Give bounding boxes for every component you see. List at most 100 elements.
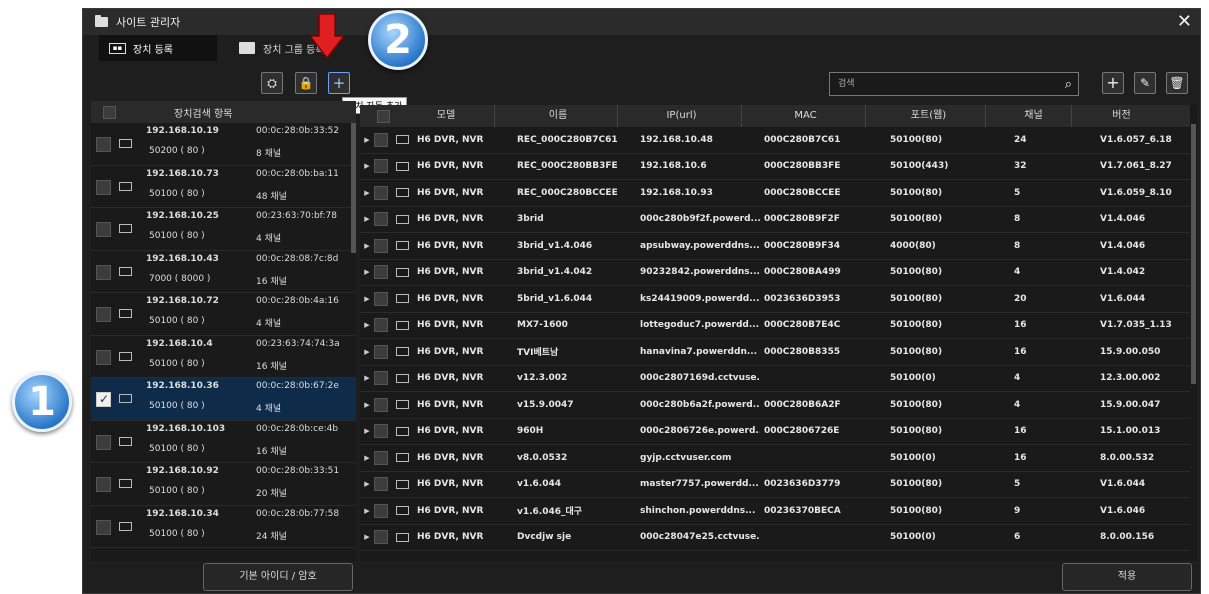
select-all-checkbox[interactable] xyxy=(377,109,390,123)
col-channel[interactable]: 채널 xyxy=(985,105,1071,127)
trash-icon[interactable]: 🗑 xyxy=(1166,72,1188,94)
table-row[interactable]: ▶ H6 DVR, NVR REC_000C280B7C61 192.168.10.4… xyxy=(360,127,1190,154)
apply-button[interactable]: 적용 xyxy=(1062,563,1192,591)
row-checkbox[interactable] xyxy=(374,238,388,253)
table-row[interactable]: ▶ H6 DVR, NVR v1.6.044 master7757.powerdd..… xyxy=(360,472,1190,498)
row-checkbox[interactable] xyxy=(374,450,388,465)
select-all-checkbox[interactable] xyxy=(103,105,116,119)
row-checkbox[interactable] xyxy=(374,265,388,280)
expand-icon[interactable]: ▶ xyxy=(360,295,374,303)
cell-ip: 192.168.10.48 xyxy=(640,134,713,145)
row-checkbox[interactable] xyxy=(96,179,111,195)
row-checkbox[interactable] xyxy=(374,132,388,147)
list-item[interactable]: 192.168.10.19 00:0c:28:0b:33:52 50200 ( 80… xyxy=(91,123,356,166)
table-row[interactable]: ▶ H6 DVR, NVR MX7-1600 lottegoduc7.powerdd.… xyxy=(360,313,1190,339)
list-item[interactable]: 192.168.10.43 00:0c:28:08:7c:8d 7000 ( 800… xyxy=(91,251,356,293)
row-checkbox[interactable] xyxy=(374,503,388,518)
search-icon[interactable]: ⌕ xyxy=(1065,74,1072,96)
default-id-password-button[interactable]: 기본 아이디 / 암호 xyxy=(203,563,353,591)
table-row[interactable]: ▶ H6 DVR, NVR v12.3.002 000c2807169d.cctvus… xyxy=(360,366,1190,392)
row-checkbox[interactable] xyxy=(374,185,388,200)
cell-version: V1.4.046 xyxy=(1100,240,1146,251)
expand-icon[interactable]: ▶ xyxy=(360,242,374,250)
row-checkbox[interactable] xyxy=(96,222,111,237)
search-input[interactable]: 검색 ⌕ xyxy=(829,72,1079,96)
expand-icon[interactable]: ▶ xyxy=(360,533,374,541)
expand-icon[interactable]: ▶ xyxy=(360,268,374,276)
row-checkbox[interactable] xyxy=(374,397,388,412)
col-mac[interactable]: MAC xyxy=(741,105,865,127)
edit-icon[interactable]: ✎ xyxy=(1134,72,1156,94)
expand-icon[interactable]: ▶ xyxy=(360,454,374,462)
table-row[interactable]: ▶ H6 DVR, NVR v1.6.046_대구 shinchon.powerddn… xyxy=(360,498,1190,525)
expand-icon[interactable]: ▶ xyxy=(360,401,374,409)
expand-icon[interactable]: ▶ xyxy=(360,189,374,197)
list-item[interactable]: 192.168.10.4 00:23:63:74:74:3a 50100 ( 80 … xyxy=(91,336,356,378)
list-item[interactable]: 192.168.10.36 00:0c:28:0b:67:2e 50100 ( 80… xyxy=(91,378,356,421)
row-checkbox[interactable] xyxy=(374,159,388,174)
scrollbar[interactable] xyxy=(351,123,356,253)
list-item[interactable]: 192.168.10.103 00:0c:28:0b:ce:4b 50100 ( 8… xyxy=(91,421,356,463)
col-port[interactable]: 포트(웹) xyxy=(865,105,985,127)
row-checkbox[interactable] xyxy=(96,519,111,535)
tab-device-register[interactable]: ▪▪ 장치 등록 xyxy=(99,35,217,61)
table-row[interactable]: ▶ H6 DVR, NVR 960H 000c2806726e.powerd... 00… xyxy=(360,419,1190,445)
row-checkbox[interactable] xyxy=(96,137,111,152)
col-ip[interactable]: IP(url) xyxy=(617,105,741,127)
expand-icon[interactable]: ▶ xyxy=(360,507,374,515)
row-checkbox[interactable] xyxy=(374,318,388,333)
list-item[interactable]: 192.168.10.72 00:0c:28:0b:4a:16 50100 ( 80… xyxy=(91,293,356,336)
row-checkbox[interactable] xyxy=(96,392,111,407)
expand-icon[interactable]: ▶ xyxy=(360,321,374,329)
cell-ip: apsubway.powerddns... xyxy=(640,240,760,251)
table-row[interactable]: ▶ H6 DVR, NVR REC_000C280BCCEE 192.168.10.9… xyxy=(360,180,1190,207)
list-item[interactable]: 192.168.10.73 00:0c:28:0b:ba:11 50100 ( 80… xyxy=(91,166,356,208)
table-row[interactable]: ▶ H6 DVR, NVR 3brid_v1.4.042 90232842.power… xyxy=(360,260,1190,286)
expand-icon[interactable]: ▶ xyxy=(360,480,374,488)
expand-icon[interactable]: ▶ xyxy=(360,215,374,223)
list-item[interactable]: 192.168.10.34 00:0c:28:0b:77:58 50100 ( 80… xyxy=(91,506,356,548)
col-name[interactable]: 이름 xyxy=(494,105,617,127)
cell-ip: gyjp.cctvuser.com xyxy=(640,452,732,463)
list-item[interactable]: 192.168.10.92 00:0c:28:0b:33:51 50100 ( 80… xyxy=(91,463,356,506)
cell-model: H6 DVR, NVR xyxy=(417,399,484,410)
table-row[interactable]: ▶ H6 DVR, NVR Dvcdjw sje 000c28047e25.cctvu… xyxy=(360,525,1190,551)
row-checkbox[interactable] xyxy=(96,477,111,492)
device-icon xyxy=(396,400,409,410)
expand-icon[interactable]: ▶ xyxy=(360,374,374,382)
table-row[interactable]: ▶ H6 DVR, NVR REC_000C280BB3FE 192.168.10.6… xyxy=(360,154,1190,180)
expand-icon[interactable]: ▶ xyxy=(360,427,374,435)
discover-devices-button[interactable]: ⛭ xyxy=(261,72,283,94)
row-checkbox[interactable] xyxy=(96,264,111,280)
expand-icon[interactable]: ▶ xyxy=(360,348,374,356)
table-row[interactable]: ▶ H6 DVR, NVR TVI베트남 hanavina7.powerddn... 0… xyxy=(360,339,1190,366)
scrollbar[interactable] xyxy=(1191,124,1196,384)
table-row[interactable]: ▶ H6 DVR, NVR 3brid 000c280b9f2f.powerd... 0… xyxy=(360,207,1190,233)
cell-model: H6 DVR, NVR xyxy=(417,214,484,225)
row-checkbox[interactable] xyxy=(374,424,388,439)
row-checkbox[interactable] xyxy=(374,344,388,359)
add-button[interactable]: + xyxy=(1102,72,1124,94)
col-model[interactable]: 모델 xyxy=(398,105,494,127)
col-version[interactable]: 버전 xyxy=(1071,105,1161,127)
row-checkbox[interactable] xyxy=(374,530,388,545)
row-checkbox[interactable] xyxy=(96,349,111,365)
row-checkbox[interactable] xyxy=(374,212,388,227)
expand-icon[interactable]: ▶ xyxy=(360,162,374,170)
list-item[interactable]: 192.168.10.25 00:23:63:70:bf:78 50100 ( 80… xyxy=(91,208,356,251)
row-checkbox[interactable] xyxy=(374,477,388,492)
expand-icon[interactable]: ▶ xyxy=(360,136,374,144)
cell-name: 3brid_v1.4.042 xyxy=(517,267,593,278)
red-arrow-icon xyxy=(310,14,344,58)
row-checkbox[interactable] xyxy=(96,434,111,450)
close-icon[interactable]: ✕ xyxy=(1177,11,1192,32)
row-checkbox[interactable] xyxy=(96,307,111,322)
row-checkbox[interactable] xyxy=(374,371,388,386)
row-checkbox[interactable] xyxy=(374,291,388,306)
table-row[interactable]: ▶ H6 DVR, NVR v8.0.0532 gyjp.cctvuser.com 50… xyxy=(360,445,1190,472)
table-row[interactable]: ▶ H6 DVR, NVR 3brid_v1.4.046 apsubway.power… xyxy=(360,233,1190,260)
table-row[interactable]: ▶ H6 DVR, NVR 5brid_v1.6.044 ks24419009.pow… xyxy=(360,286,1190,313)
auto-add-device-button[interactable]: + xyxy=(328,72,350,94)
lock-device-button[interactable]: 🔒 xyxy=(295,72,317,94)
table-row[interactable]: ▶ H6 DVR, NVR v15.9.0047 000c280b6a2f.power… xyxy=(360,392,1190,419)
